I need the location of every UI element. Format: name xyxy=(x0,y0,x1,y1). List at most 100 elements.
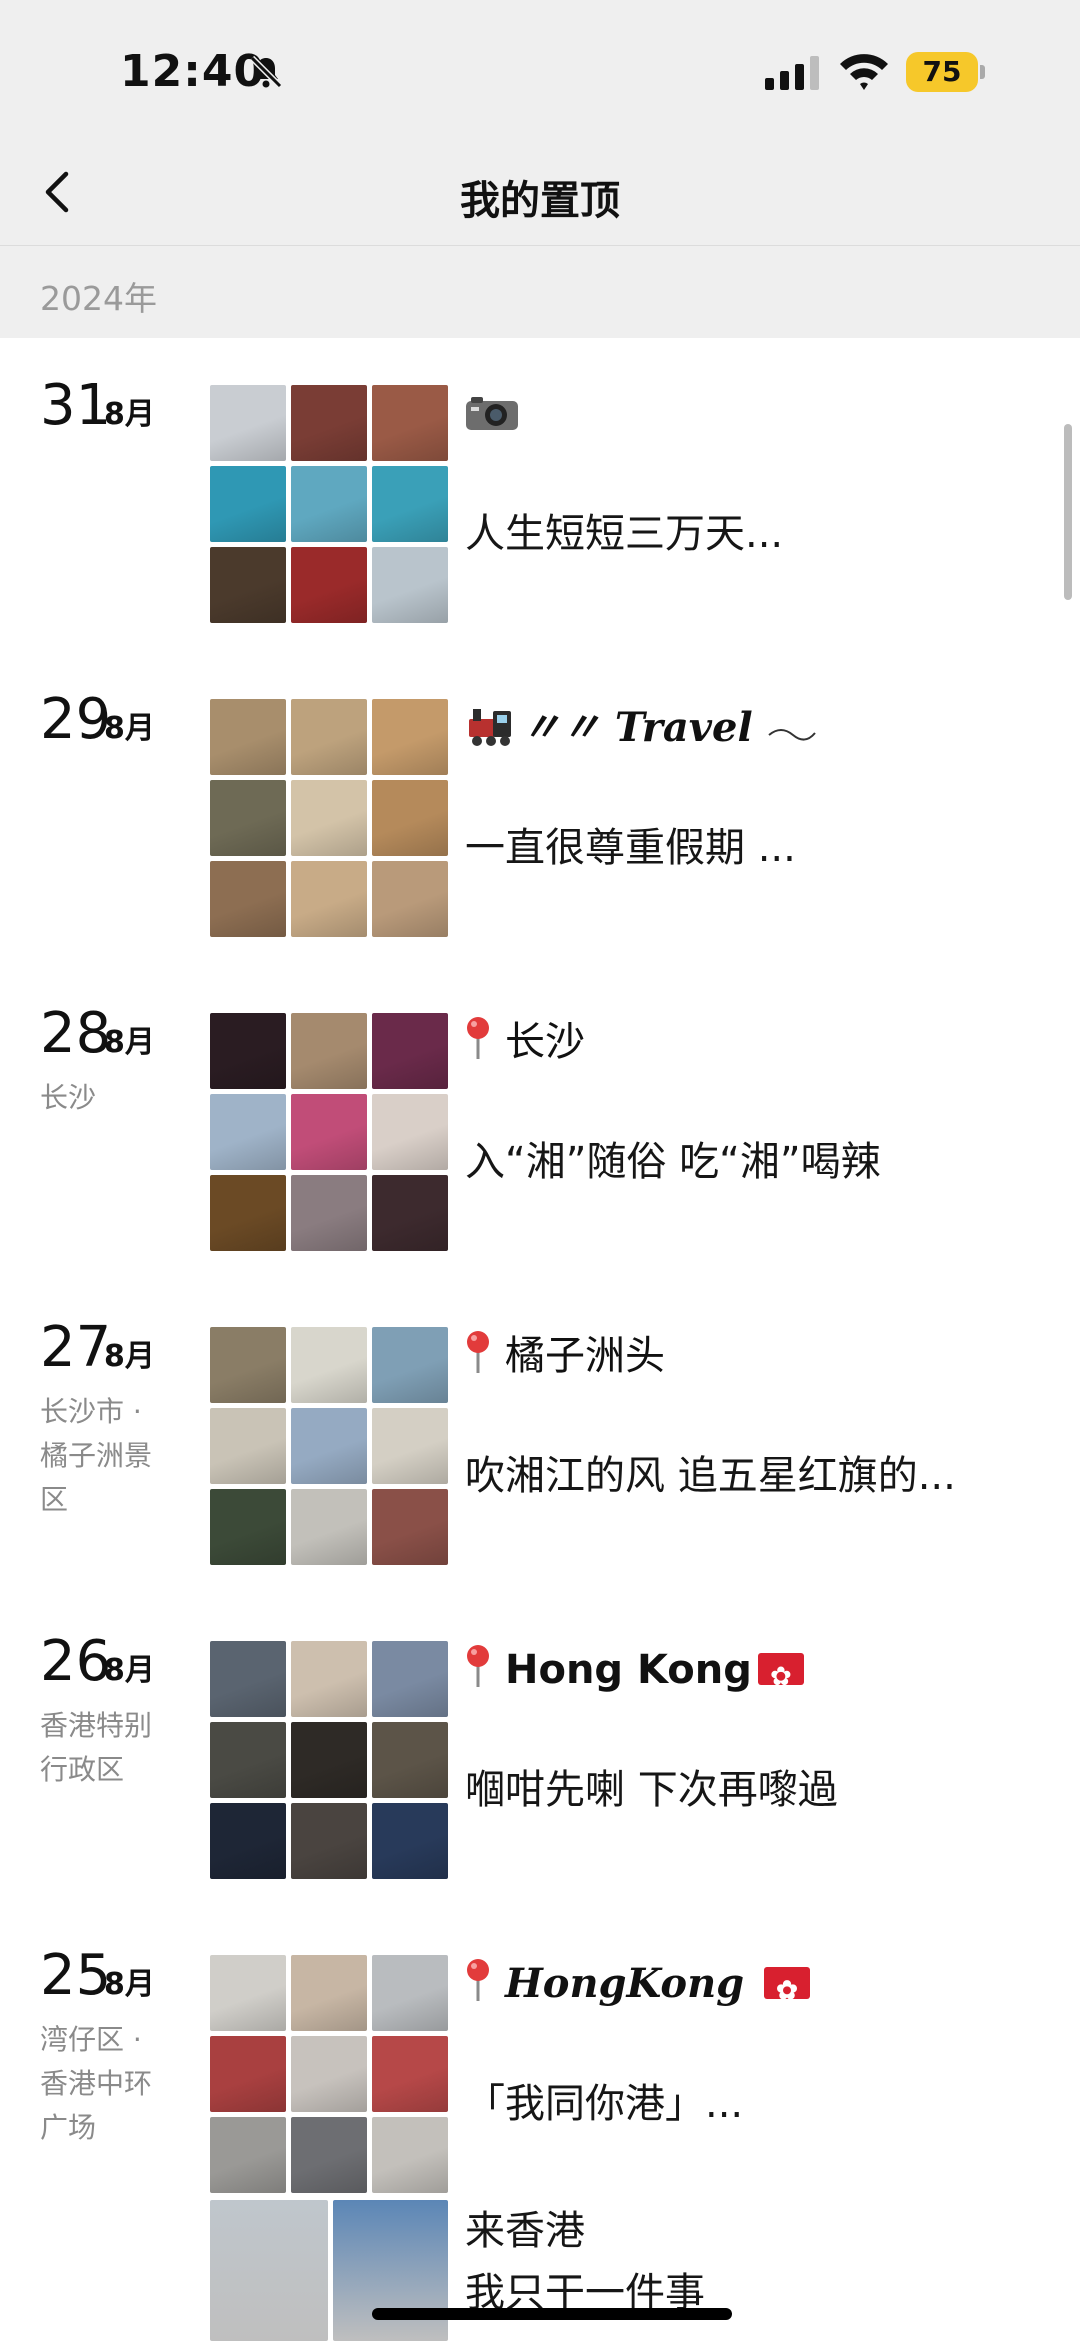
photo-thumbnail[interactable] xyxy=(210,2117,286,2193)
pinned-post[interactable]: 26 8月 香港特别行政区 Hong Kong 嗰咁先喇 下次再嚟過 xyxy=(0,1594,1080,1894)
photo-thumbnail[interactable] xyxy=(210,1327,286,1403)
photo-grid[interactable] xyxy=(210,699,448,937)
photo-thumbnail[interactable] xyxy=(372,1489,448,1565)
photo-grid[interactable] xyxy=(210,385,448,623)
photo-thumbnail[interactable] xyxy=(291,1722,367,1798)
photo-thumbnail[interactable] xyxy=(372,547,448,623)
photo-thumbnail[interactable] xyxy=(291,547,367,623)
photo-thumbnail[interactable] xyxy=(372,1803,448,1879)
pinned-post[interactable]: 29 8月 〃〃 Travel 一直很尊重假期 ... xyxy=(0,652,1080,952)
post-title-text: 橘子洲头 xyxy=(505,1333,665,1379)
pinned-post[interactable]: 25 8月 湾仔区 · 香港中环广场 HongKong 「我同你港」... xyxy=(0,1908,1080,2208)
photo-thumbnail[interactable] xyxy=(210,1013,286,1089)
photo-thumbnail[interactable] xyxy=(210,1408,286,1484)
battery-percent: 75 xyxy=(922,55,962,88)
page-title: 我的置顶 xyxy=(460,178,620,224)
post-title-text: Hong Kong xyxy=(505,1647,752,1693)
photo-grid[interactable] xyxy=(210,1327,448,1565)
post-title-text: 长沙 xyxy=(505,1019,585,1065)
bell-muted-icon xyxy=(249,55,283,89)
photo-thumbnail[interactable] xyxy=(291,385,367,461)
photo-thumbnail[interactable] xyxy=(291,1013,367,1089)
photo-thumbnail[interactable] xyxy=(291,699,367,775)
photo-thumbnail[interactable] xyxy=(210,699,286,775)
photo-thumbnail[interactable] xyxy=(372,2036,448,2112)
photo-thumbnail[interactable] xyxy=(291,1489,367,1565)
post-day: 27 xyxy=(40,1315,112,1380)
photo-thumbnail[interactable] xyxy=(210,1094,286,1170)
photo-thumbnail[interactable] xyxy=(210,1722,286,1798)
hong-kong-flag-icon xyxy=(764,1963,811,2019)
status-bar: 12:40 75 xyxy=(0,0,1080,140)
post-day: 29 xyxy=(40,687,112,752)
photo-thumbnail[interactable] xyxy=(372,466,448,542)
pinned-feed[interactable]: 31 8月 人生短短三万天... 29 8月 〃〃 Travel 一直很尊重假期… xyxy=(0,338,1080,2341)
photo-thumbnail[interactable] xyxy=(210,861,286,937)
post-day: 28 xyxy=(40,1001,112,1066)
photo-thumbnail[interactable] xyxy=(291,1803,367,1879)
post-text: 一直很尊重假期 ... xyxy=(465,825,796,871)
photo-thumbnail[interactable] xyxy=(372,861,448,937)
post-month: 8月 xyxy=(104,1653,155,1688)
photo-thumbnail[interactable] xyxy=(291,1094,367,1170)
pinned-post[interactable]: 28 8月 长沙 长沙 入“湘”随俗 吃“湘”喝辣 xyxy=(0,966,1080,1266)
photo-thumbnail[interactable] xyxy=(372,1094,448,1170)
photo-thumbnail[interactable] xyxy=(372,699,448,775)
post-day: 25 xyxy=(40,1943,112,2008)
post-text: 人生短短三万天... xyxy=(465,511,784,557)
photo-grid[interactable] xyxy=(210,1641,448,1879)
photo-thumbnail[interactable] xyxy=(291,780,367,856)
home-indicator[interactable] xyxy=(372,2308,732,2320)
photo-thumbnail[interactable] xyxy=(291,1327,367,1403)
photo-thumbnail[interactable] xyxy=(291,2036,367,2112)
post-month: 8月 xyxy=(104,1967,155,2002)
photo-thumbnail[interactable] xyxy=(291,1408,367,1484)
photo-thumbnail[interactable] xyxy=(210,780,286,856)
post-title: 〃〃 Travel xyxy=(465,700,817,756)
photo-thumbnail[interactable] xyxy=(372,1722,448,1798)
photo-thumbnail[interactable] xyxy=(291,466,367,542)
photo-thumbnail[interactable] xyxy=(210,1489,286,1565)
post-title: HongKong xyxy=(465,1956,811,2019)
photo-thumbnail[interactable] xyxy=(372,385,448,461)
photo-thumbnail[interactable] xyxy=(210,2036,286,2112)
photo-thumbnail[interactable] xyxy=(210,1955,286,2031)
photo-thumbnail[interactable] xyxy=(210,466,286,542)
pinned-post[interactable]: 31 8月 人生短短三万天... xyxy=(0,338,1080,638)
photo-thumbnail[interactable] xyxy=(210,1175,286,1251)
photo-thumbnail[interactable] xyxy=(372,1013,448,1089)
post-day: 26 xyxy=(40,1629,112,1694)
photo-thumbnail[interactable] xyxy=(372,1408,448,1484)
photo-thumbnail[interactable] xyxy=(372,1641,448,1717)
photo-thumbnail[interactable] xyxy=(291,1175,367,1251)
photo-thumbnail[interactable] xyxy=(372,2117,448,2193)
photo-thumbnail[interactable] xyxy=(291,1641,367,1717)
photo-grid[interactable] xyxy=(210,1955,448,2193)
post-text: 嗰咁先喇 下次再嚟過 xyxy=(465,1767,838,1813)
photo-thumbnail[interactable] xyxy=(210,2200,328,2341)
photo-thumbnail[interactable] xyxy=(291,1955,367,2031)
post-location: 长沙 xyxy=(40,1081,97,1114)
post-month: 8月 xyxy=(104,1339,155,1374)
location-pin-icon xyxy=(467,1645,489,1687)
photo-thumbnail[interactable] xyxy=(210,385,286,461)
photo-thumbnail[interactable] xyxy=(210,1641,286,1717)
photo-thumbnail[interactable] xyxy=(372,780,448,856)
wifi-icon xyxy=(840,54,888,90)
post-title-text: 〃〃 Travel xyxy=(521,704,753,751)
location-pin-icon xyxy=(467,1959,489,2001)
pinned-post[interactable]: 27 8月 长沙市 · 橘子洲景区 橘子洲头 吹湘江的风 追五星红旗的... xyxy=(0,1280,1080,1580)
photo-thumbnail[interactable] xyxy=(210,547,286,623)
scrollbar[interactable] xyxy=(1064,424,1072,600)
photo-thumbnail[interactable] xyxy=(291,861,367,937)
photo-thumbnail[interactable] xyxy=(372,1327,448,1403)
post-title-text: HongKong xyxy=(505,1960,745,2007)
photo-grid[interactable] xyxy=(210,1013,448,1251)
year-section-header: 2024年 xyxy=(0,246,1080,338)
photo-thumbnail[interactable] xyxy=(372,1955,448,2031)
photo-thumbnail[interactable] xyxy=(372,1175,448,1251)
photo-thumbnail[interactable] xyxy=(210,1803,286,1879)
photo-thumbnail[interactable] xyxy=(291,2117,367,2193)
post-month: 8月 xyxy=(104,711,155,746)
post-text-partial: 来香港 我只干一件事 xyxy=(465,2200,705,2324)
